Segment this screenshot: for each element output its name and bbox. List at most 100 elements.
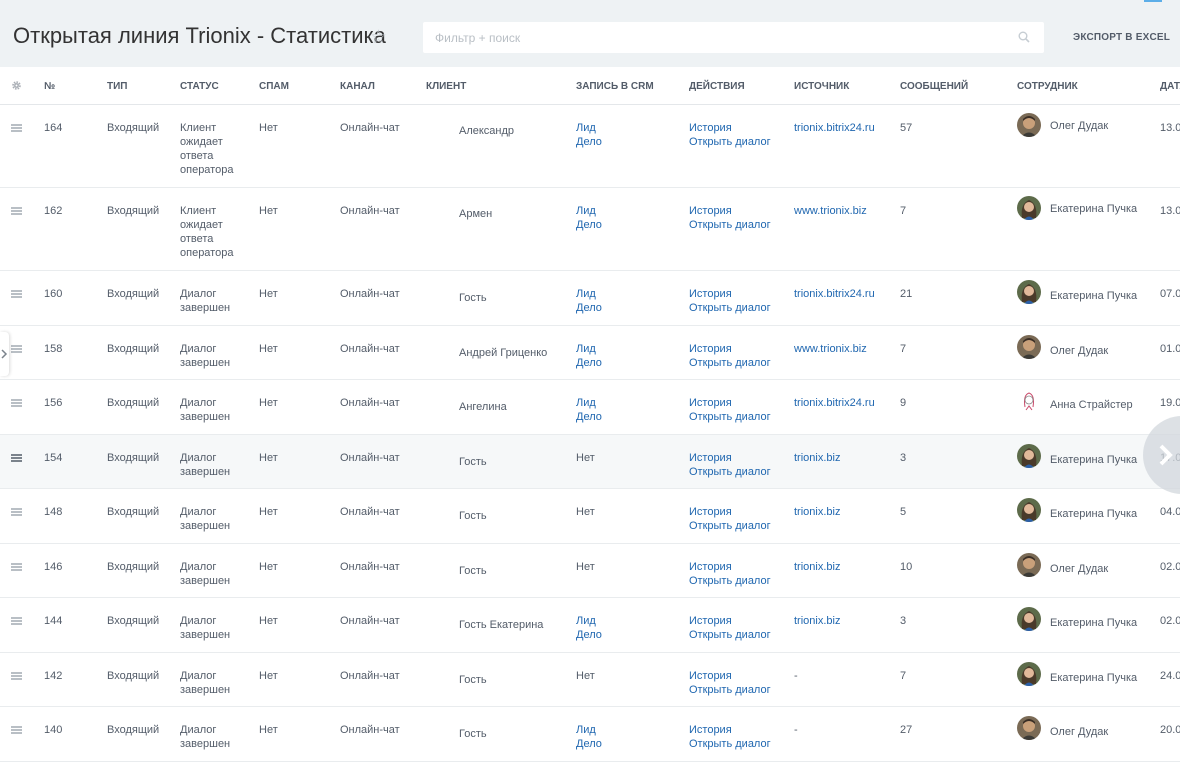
row-employee[interactable]: Олег Дудак [1050, 725, 1108, 739]
history-link[interactable]: История [689, 204, 732, 218]
crm-link-lead[interactable]: Лид [576, 614, 596, 628]
row-source[interactable]: trionix.bitrix24.ru [794, 121, 875, 135]
row-employee[interactable]: Екатерина Пучка [1050, 202, 1137, 216]
crm-link-deal[interactable]: Дело [576, 218, 602, 232]
col-spam-header[interactable]: СПАМ [259, 81, 289, 92]
drag-handle-icon[interactable] [11, 124, 22, 132]
crm-link-lead[interactable]: Лид [576, 342, 596, 356]
row-employee[interactable]: Екатерина Пучка [1050, 507, 1137, 521]
export-excel-button[interactable]: ЭКСПОРТ В EXCEL [1073, 32, 1170, 43]
col-status-header[interactable]: СТАТУС [180, 81, 219, 92]
row-source[interactable]: trionix.biz [794, 560, 840, 574]
table-row[interactable]: 144 Входящий Диалог завершен Нет Онлайн-чат Го… [0, 598, 1180, 653]
history-link[interactable]: История [689, 505, 732, 519]
drag-handle-icon[interactable] [11, 290, 22, 298]
table-row[interactable]: 146 Входящий Диалог завершен Нет Онлайн-чат Го… [0, 544, 1180, 598]
crm-link-lead[interactable]: Лид [576, 121, 596, 135]
crm-link-deal[interactable]: Дело [576, 628, 602, 642]
row-employee[interactable]: Олег Дудак [1050, 344, 1108, 358]
row-source[interactable]: trionix.bitrix24.ru [794, 287, 875, 301]
col-type-header[interactable]: ТИП [107, 81, 127, 92]
drag-handle-icon[interactable] [11, 345, 22, 353]
drag-handle-icon[interactable] [11, 207, 22, 215]
table-row[interactable]: 156 Входящий Диалог завершен Нет Онлайн-чат Ан… [0, 380, 1180, 435]
history-link[interactable]: История [689, 396, 732, 410]
drag-handle-icon[interactable] [11, 563, 22, 571]
table-row[interactable]: 158 Входящий Диалог завершен Нет Онлайн-чат Ан… [0, 326, 1180, 380]
open-dialog-link[interactable]: Открыть диалог [689, 356, 771, 370]
open-dialog-link[interactable]: Открыть диалог [689, 519, 771, 533]
open-dialog-link[interactable]: Открыть диалог [689, 737, 771, 751]
history-link[interactable]: История [689, 669, 732, 683]
table-header: № ТИП СТАТУС СПАМ КАНАЛ КЛИЕНТ ЗАПИСЬ В CRM ДЕЙ… [0, 67, 1180, 105]
crm-link-deal[interactable]: Дело [576, 135, 602, 149]
table-row[interactable]: 142 Входящий Диалог завершен Нет Онлайн-чат Го… [0, 653, 1180, 707]
history-link[interactable]: История [689, 614, 732, 628]
open-dialog-link[interactable]: Открыть диалог [689, 465, 771, 479]
row-employee[interactable]: Олег Дудак [1050, 119, 1108, 133]
table-row[interactable]: 140 Входящий Диалог завершен Нет Онлайн-чат Го… [0, 707, 1180, 762]
col-client-header[interactable]: КЛИЕНТ [426, 81, 466, 92]
col-messages-header[interactable]: СООБЩЕНИЙ [900, 81, 968, 92]
star-icon[interactable]: ☆ [370, 26, 387, 49]
history-link[interactable]: История [689, 560, 732, 574]
drag-handle-icon[interactable] [11, 672, 22, 680]
row-source[interactable]: trionix.biz [794, 451, 840, 465]
row-source[interactable]: www.trionix.biz [794, 204, 867, 218]
open-dialog-link[interactable]: Открыть диалог [689, 683, 771, 697]
drag-handle-icon[interactable] [11, 399, 22, 407]
history-link[interactable]: История [689, 287, 732, 301]
row-source[interactable]: trionix.bitrix24.ru [794, 396, 875, 410]
row-employee[interactable]: Екатерина Пучка [1050, 289, 1137, 303]
row-employee[interactable]: Олег Дудак [1050, 562, 1108, 576]
open-dialog-link[interactable]: Открыть диалог [689, 135, 771, 149]
col-source-header[interactable]: ИСТОЧНИК [794, 81, 849, 92]
crm-link-lead[interactable]: Лид [576, 723, 596, 737]
row-status-line: ответа [180, 233, 214, 245]
history-link[interactable]: История [689, 121, 732, 135]
table-row[interactable]: 148 Входящий Диалог завершен Нет Онлайн-чат Го… [0, 489, 1180, 544]
left-panel-toggle[interactable] [0, 332, 9, 376]
row-source[interactable]: www.trionix.biz [794, 342, 867, 356]
row-employee[interactable]: Екатерина Пучка [1050, 616, 1137, 630]
search-box[interactable] [423, 22, 1044, 53]
drag-handle-icon[interactable] [11, 508, 22, 516]
col-date-header[interactable]: ДАТА [1160, 81, 1180, 92]
crm-link-lead[interactable]: Лид [576, 204, 596, 218]
open-dialog-link[interactable]: Открыть диалог [689, 410, 771, 424]
drag-handle-icon[interactable] [11, 726, 22, 734]
table-row[interactable]: 164 Входящий Клиент ожидает ответа оператора Н… [0, 105, 1180, 188]
row-employee[interactable]: Анна Страйстер [1050, 398, 1133, 412]
history-link[interactable]: История [689, 342, 732, 356]
table-row[interactable]: 160 Входящий Диалог завершен Нет Онлайн-чат Го… [0, 271, 1180, 326]
crm-link-deal[interactable]: Дело [576, 301, 602, 315]
crm-link-deal[interactable]: Дело [576, 356, 602, 370]
open-dialog-link[interactable]: Открыть диалог [689, 574, 771, 588]
history-link[interactable]: История [689, 451, 732, 465]
search-input[interactable] [435, 30, 995, 46]
crm-link-lead[interactable]: Лид [576, 396, 596, 410]
col-crm-header[interactable]: ЗАПИСЬ В CRM [576, 81, 654, 92]
col-number-header[interactable]: № [44, 81, 55, 92]
crm-link-deal[interactable]: Дело [576, 410, 602, 424]
drag-handle-icon[interactable] [11, 617, 22, 625]
drag-handle-icon[interactable] [11, 454, 22, 462]
col-channel-header[interactable]: КАНАЛ [340, 81, 375, 92]
col-employee-header[interactable]: СОТРУДНИК [1017, 81, 1078, 92]
search-icon[interactable] [1018, 31, 1030, 43]
row-spam: Нет [259, 397, 278, 409]
crm-link-deal[interactable]: Дело [576, 737, 602, 751]
open-dialog-link[interactable]: Открыть диалог [689, 301, 771, 315]
history-link[interactable]: История [689, 723, 732, 737]
row-employee[interactable]: Екатерина Пучка [1050, 453, 1137, 467]
crm-link-lead[interactable]: Лид [576, 287, 596, 301]
open-dialog-link[interactable]: Открыть диалог [689, 628, 771, 642]
table-row[interactable]: 154 Входящий Диалог завершен Нет Онлайн-чат Го… [0, 435, 1180, 489]
table-row[interactable]: 162 Входящий Клиент ожидает ответа оператора Н… [0, 188, 1180, 271]
col-actions-header[interactable]: ДЕЙСТВИЯ [689, 81, 745, 92]
row-source[interactable]: trionix.biz [794, 614, 840, 628]
gear-icon[interactable] [11, 80, 22, 91]
open-dialog-link[interactable]: Открыть диалог [689, 218, 771, 232]
row-employee[interactable]: Екатерина Пучка [1050, 671, 1137, 685]
row-source[interactable]: trionix.biz [794, 505, 840, 519]
